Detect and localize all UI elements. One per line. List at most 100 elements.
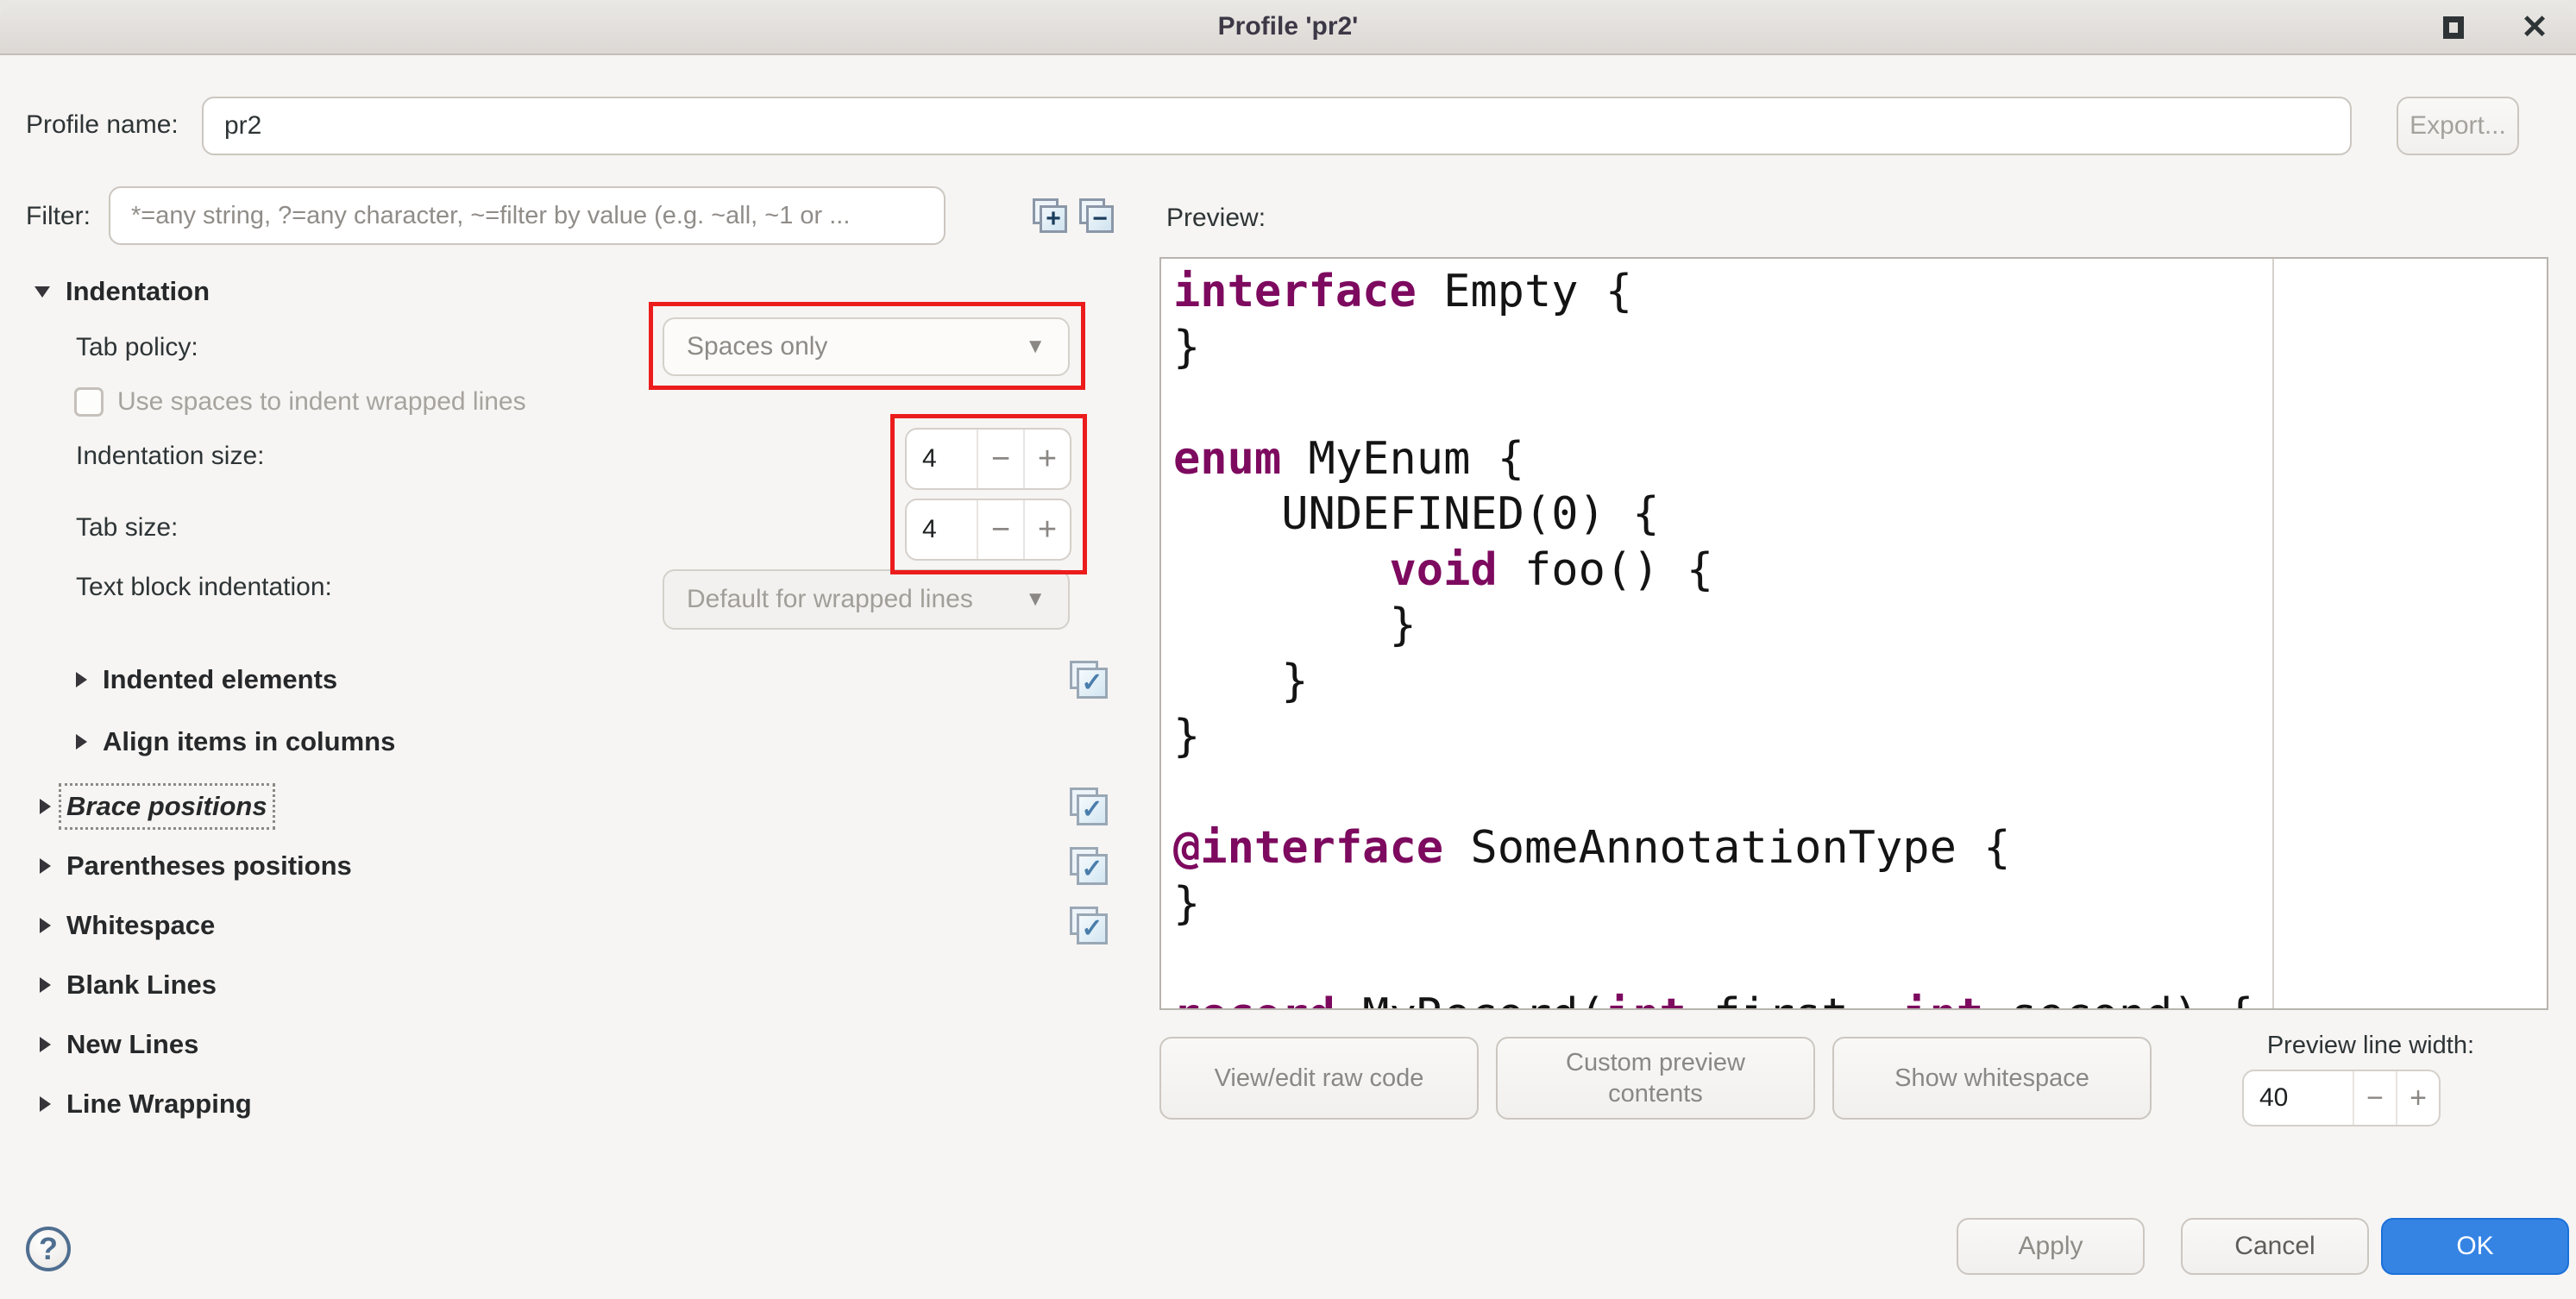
check-all-icon[interactable]: ✓ — [1070, 847, 1108, 885]
show-whitespace-button[interactable]: Show whitespace — [1832, 1037, 2152, 1120]
tree-item-line-wrapping[interactable]: Line Wrapping — [0, 1074, 1139, 1133]
plus-button[interactable]: + — [1023, 430, 1070, 488]
tree-item-new-lines[interactable]: New Lines — [0, 1014, 1139, 1074]
preview-line-width-label: Preview line width: — [2240, 1032, 2474, 1060]
code-line: } — [1173, 709, 2253, 765]
tree-item-label: Whitespace — [66, 910, 215, 941]
preview-line-width-spinner: − + — [2242, 1070, 2441, 1126]
view-edit-raw-code-button[interactable]: View/edit raw code — [1159, 1037, 1479, 1120]
profile-name-input[interactable] — [202, 97, 2352, 155]
expand-all-button[interactable]: + — [1033, 198, 1067, 233]
preview-line-width-input[interactable] — [2244, 1071, 2353, 1125]
use-spaces-checkbox-row[interactable]: Use spaces to indent wrapped lines — [74, 376, 526, 428]
text-block-indentation-value: Default for wrapped lines — [687, 585, 973, 614]
tree-item-label: Parentheses positions — [66, 850, 352, 882]
chevron-down-icon: ▼ — [1025, 335, 1046, 359]
use-spaces-checkbox[interactable] — [74, 387, 104, 417]
chevron-right-icon[interactable] — [40, 799, 51, 814]
filter-label: Filter: — [26, 202, 91, 231]
chevron-right-icon[interactable] — [40, 1096, 51, 1112]
filter-input[interactable] — [109, 186, 946, 245]
chevron-down-icon: ▼ — [1025, 587, 1046, 612]
chevron-right-icon[interactable] — [76, 672, 87, 687]
code-line: @interface SomeAnnotationType { — [1173, 820, 2253, 876]
maximize-button[interactable] — [2435, 9, 2472, 47]
dialog-title: Profile 'pr2' — [0, 0, 2576, 53]
check-all-icon[interactable]: ✓ — [1070, 788, 1108, 825]
minus-button[interactable]: − — [977, 500, 1023, 559]
code-line — [1173, 932, 2253, 988]
title-bar: Profile 'pr2' ✕ — [0, 0, 2576, 55]
check-all-icon[interactable]: ✓ — [1070, 661, 1108, 699]
chevron-right-icon[interactable] — [40, 918, 51, 933]
tab-size-label: Tab size: — [76, 513, 178, 543]
apply-button[interactable]: Apply — [1957, 1218, 2145, 1275]
margin-guide-line — [2272, 259, 2274, 1008]
text-block-indentation-label: Text block indentation: — [76, 573, 332, 602]
minus-button[interactable]: − — [977, 430, 1023, 488]
tree-section-label: Indentation — [66, 276, 210, 307]
custom-preview-contents-button[interactable]: Custom preview contents — [1496, 1037, 1815, 1120]
tree-item-label: Align items in columns — [103, 726, 395, 757]
help-button[interactable]: ? — [26, 1227, 71, 1271]
code-line: } — [1173, 320, 2253, 376]
tree-item-whitespace[interactable]: Whitespace ✓ — [0, 895, 1139, 955]
tree-item-label: Brace positions — [66, 791, 267, 822]
tree-item-blank-lines[interactable]: Blank Lines — [0, 955, 1139, 1014]
tab-policy-label: Tab policy: — [76, 333, 198, 362]
tree-item-parentheses-positions[interactable]: Parentheses positions ✓ — [0, 836, 1139, 895]
indentation-size-label: Indentation size: — [76, 442, 264, 471]
chevron-right-icon[interactable] — [76, 734, 87, 750]
ok-button[interactable]: OK — [2381, 1218, 2569, 1275]
chevron-down-icon[interactable] — [35, 286, 50, 298]
indentation-size-spinner: − + — [905, 428, 1071, 490]
text-block-indentation-dropdown[interactable]: Default for wrapped lines ▼ — [663, 569, 1070, 630]
tree-item-label: Indented elements — [103, 664, 337, 695]
plus-button[interactable]: + — [2396, 1071, 2439, 1125]
help-icon: ? — [39, 1231, 58, 1267]
code-line: } — [1173, 876, 2253, 932]
tab-size-spinner: − + — [905, 499, 1071, 561]
code-line: UNDEFINED(0) { — [1173, 486, 2253, 543]
minus-button[interactable]: − — [2353, 1071, 2396, 1125]
tab-policy-dropdown[interactable]: Spaces only ▼ — [663, 317, 1070, 376]
export-button[interactable]: Export... — [2397, 97, 2519, 155]
chevron-right-icon[interactable] — [40, 1037, 51, 1052]
maximize-icon — [2443, 16, 2464, 39]
tree-item-label: Line Wrapping — [66, 1089, 252, 1120]
close-button[interactable]: ✕ — [2516, 9, 2554, 47]
formatter-tree-items: Brace positions✓Parentheses positions✓Wh… — [0, 776, 1139, 1133]
code-line: } — [1173, 654, 2253, 710]
code-line: void foo() { — [1173, 543, 2253, 599]
code-line: } — [1173, 598, 2253, 654]
code-preview-pane[interactable]: interface Empty {} enum MyEnum { UNDEFIN… — [1159, 257, 2548, 1010]
check-all-icon[interactable]: ✓ — [1070, 907, 1108, 944]
plus-button[interactable]: + — [1023, 500, 1070, 559]
tree-section-indentation[interactable]: Indentation — [35, 267, 210, 316]
code-line: record MyRecord(int first, int second) { — [1173, 988, 2253, 1011]
code-line: interface Empty { — [1173, 264, 2253, 320]
close-icon: ✕ — [2521, 11, 2548, 44]
indentation-size-input[interactable] — [907, 430, 977, 488]
tree-item-brace-positions[interactable]: Brace positions ✓ — [0, 776, 1139, 836]
use-spaces-label: Use spaces to indent wrapped lines — [117, 387, 526, 417]
preview-button-bar: View/edit raw codeCustom preview content… — [1159, 1037, 2152, 1120]
collapse-all-icon: − — [1086, 205, 1114, 233]
code-line — [1173, 375, 2253, 431]
chevron-right-icon[interactable] — [40, 858, 51, 874]
profile-name-label: Profile name: — [26, 110, 179, 140]
chevron-right-icon[interactable] — [40, 977, 51, 993]
tree-item-label: Blank Lines — [66, 970, 217, 1001]
indentation-subitems: Indented elements ✓ Align items in columns — [0, 649, 1139, 773]
tree-item-indented-elements[interactable]: Indented elements ✓ — [0, 649, 1139, 711]
formatter-profile-dialog: Profile 'pr2' ✕ Profile name: Export... … — [0, 0, 2576, 1299]
expand-all-icon: + — [1040, 205, 1067, 233]
cancel-button[interactable]: Cancel — [2181, 1218, 2369, 1275]
collapse-all-button[interactable]: − — [1079, 198, 1114, 233]
preview-label: Preview: — [1166, 204, 1266, 233]
tree-item-align-items-in-columns[interactable]: Align items in columns — [0, 711, 1139, 773]
code-line: enum MyEnum { — [1173, 431, 2253, 487]
tree-item-label: New Lines — [66, 1029, 198, 1060]
preview-code: interface Empty {} enum MyEnum { UNDEFIN… — [1173, 264, 2253, 1010]
tab-size-input[interactable] — [907, 500, 977, 559]
